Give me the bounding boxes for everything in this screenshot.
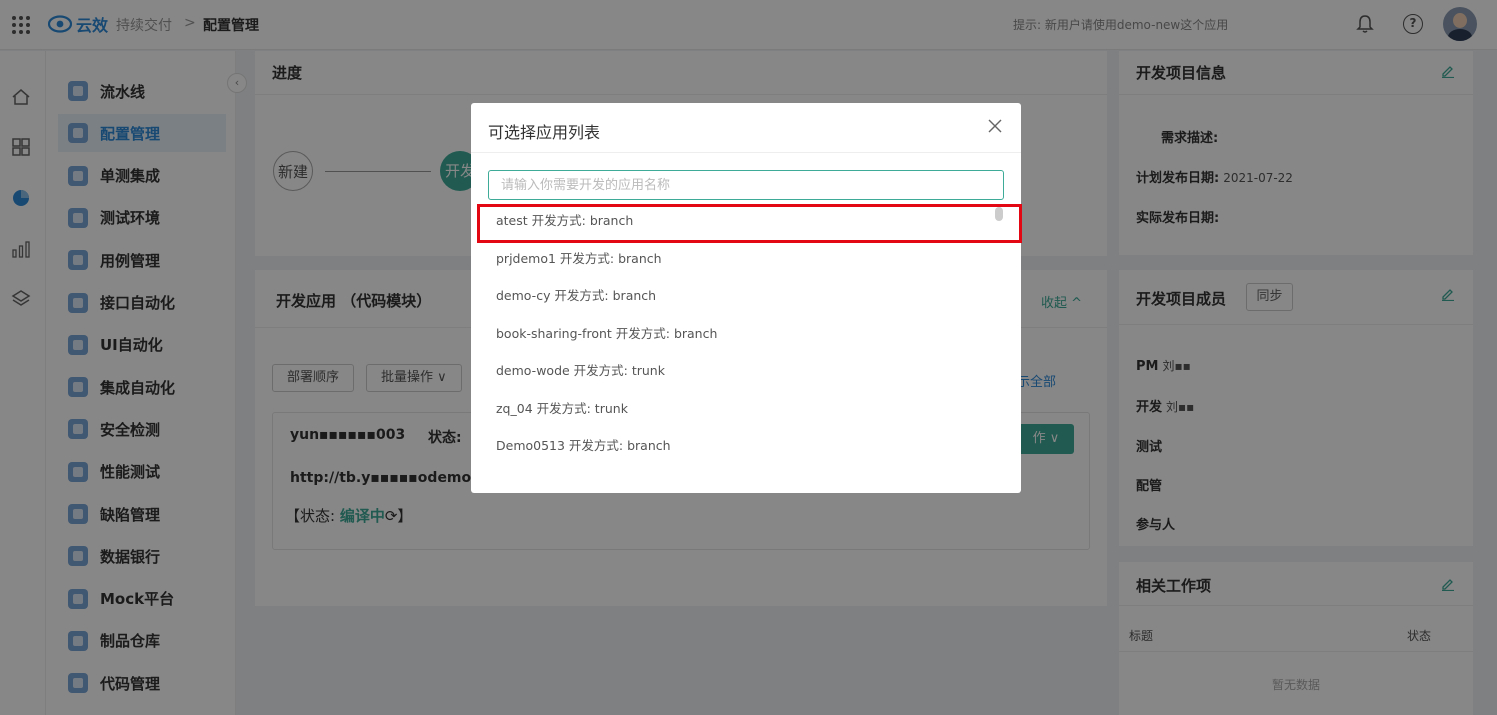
modal-header: 可选择应用列表 — [471, 103, 1021, 153]
app-option[interactable]: demo-wode 开发方式: trunk — [471, 352, 1021, 389]
app-option[interactable]: Demo0513 开发方式: branch — [471, 427, 1021, 464]
app-option[interactable]: demo-cy 开发方式: branch — [471, 277, 1021, 314]
app-search-input[interactable] — [488, 170, 1004, 200]
modal-title: 可选择应用列表 — [488, 123, 601, 142]
app-select-modal: 可选择应用列表 atest 开发方式: branchprjdemo1 开发方式:… — [471, 103, 1021, 493]
app-option[interactable]: prjdemo1 开发方式: branch — [471, 240, 1021, 277]
close-icon[interactable] — [987, 118, 1003, 134]
app-option[interactable]: zq_04 开发方式: trunk — [471, 390, 1021, 427]
highlight-box — [477, 204, 1022, 243]
app-option[interactable]: book-sharing-front 开发方式: branch — [471, 315, 1021, 352]
